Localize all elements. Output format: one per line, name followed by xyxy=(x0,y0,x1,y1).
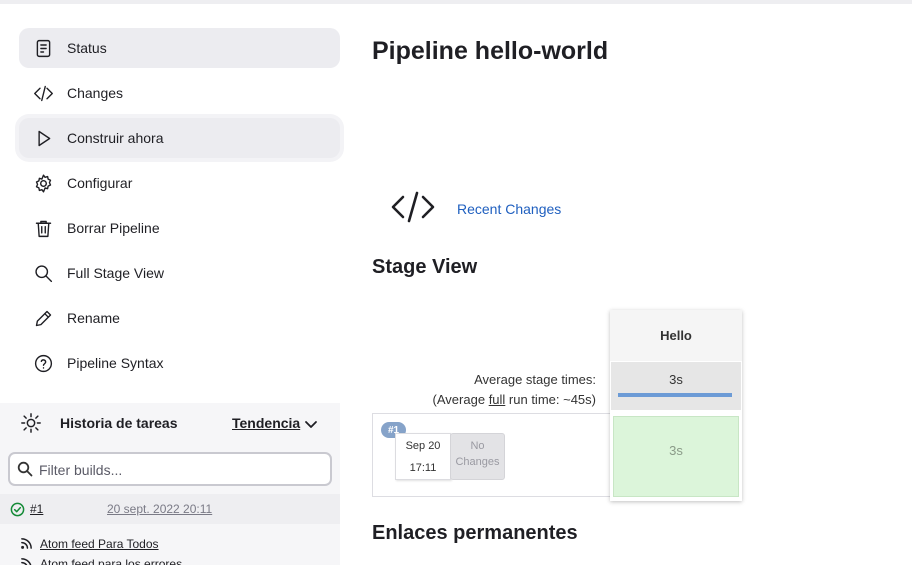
stage-average-value: 3s xyxy=(669,372,683,387)
sidebar-item-full-stage-view[interactable]: Full Stage View xyxy=(19,253,340,293)
sidebar-item-label: Changes xyxy=(67,85,124,101)
rss-icon xyxy=(20,557,34,565)
build-history-title: Historia de tareas xyxy=(60,415,178,431)
sidebar-item-label: Pipeline Syntax xyxy=(67,355,164,371)
build-row[interactable]: #1 20 sept. 2022 20:11 xyxy=(0,494,340,524)
atom-feed-failures-link[interactable]: Atom feed para los errores xyxy=(40,557,182,565)
top-bar xyxy=(0,0,912,4)
pencil-icon xyxy=(32,307,54,329)
stage-column-hello: Hello 3s 3s xyxy=(610,310,742,501)
stage-duration: 3s xyxy=(669,443,683,458)
sidebar-item-label: Full Stage View xyxy=(67,265,165,281)
permalinks-heading: Enlaces permanentes xyxy=(372,522,578,544)
sidebar-item-configure[interactable]: Configurar xyxy=(19,163,340,203)
build-history-panel: #1 20 sept. 2022 20:11 Atom feed Para To… xyxy=(0,443,340,565)
sidebar-item-label: Configurar xyxy=(67,175,133,191)
average-stage-times-label: Average stage times: xyxy=(474,372,596,387)
run-time: 17:11 xyxy=(409,462,437,474)
page-title: Pipeline hello-world xyxy=(372,37,609,65)
help-icon xyxy=(32,352,54,374)
recent-changes-link[interactable]: Recent Changes xyxy=(457,201,561,217)
atom-feed-all-link[interactable]: Atom feed Para Todos xyxy=(40,537,159,551)
sidebar-item-build-now[interactable]: Construir ahora xyxy=(19,118,340,158)
search-icon xyxy=(32,262,54,284)
stage-view-heading: Stage View xyxy=(372,256,478,278)
build-history-header: Historia de tareas Tendencia xyxy=(0,403,340,443)
trash-icon xyxy=(32,217,54,239)
sidebar-item-label: Status xyxy=(67,40,107,56)
sidebar-item-pipeline-syntax[interactable]: Pipeline Syntax xyxy=(19,343,340,383)
stage-header: Hello xyxy=(610,310,742,361)
atom-feed-failures[interactable]: Atom feed para los errores xyxy=(20,556,182,565)
run-date: Sep 20 xyxy=(405,440,441,452)
run-date-box[interactable]: Sep 20 17:11 xyxy=(395,433,451,480)
chevron-down-icon[interactable] xyxy=(303,416,319,432)
sidebar-item-changes[interactable]: Changes xyxy=(19,73,340,113)
average-full-run-time: (Average full run time: ~45s) xyxy=(433,392,596,407)
sidebar-item-status[interactable]: Status xyxy=(19,28,340,68)
full-run-link[interactable]: full xyxy=(489,392,506,407)
code-icon xyxy=(389,190,437,224)
stage-average-bar xyxy=(618,393,732,397)
sidebar-item-label: Construir ahora xyxy=(67,130,164,146)
avg-full-suffix: run time: ~45s) xyxy=(505,392,596,407)
sidebar-item-label: Borrar Pipeline xyxy=(67,220,160,236)
rss-icon xyxy=(20,537,34,551)
gear-icon xyxy=(32,172,54,194)
stage-average-time: 3s xyxy=(611,362,741,410)
build-history-icon xyxy=(20,412,42,434)
build-date-link[interactable]: 20 sept. 2022 20:11 xyxy=(107,502,212,516)
stage-result-cell[interactable]: 3s xyxy=(613,416,739,497)
build-number-link[interactable]: #1 xyxy=(30,502,43,516)
no-changes-box: No Changes xyxy=(450,433,505,480)
code-icon xyxy=(32,82,54,104)
sidebar-item-rename[interactable]: Rename xyxy=(19,298,340,338)
trend-link[interactable]: Tendencia xyxy=(232,415,300,431)
atom-feed-all[interactable]: Atom feed Para Todos xyxy=(20,536,159,552)
success-check-icon xyxy=(10,502,26,518)
filter-builds-field[interactable] xyxy=(8,452,332,486)
sidebar-item-delete-pipeline[interactable]: Borrar Pipeline xyxy=(19,208,340,248)
sidebar-item-label: Rename xyxy=(67,310,120,326)
avg-full-prefix: (Average xyxy=(432,392,489,407)
play-icon xyxy=(32,127,54,149)
filter-builds-input[interactable] xyxy=(39,460,319,480)
search-icon xyxy=(17,461,34,478)
document-icon xyxy=(32,37,54,59)
